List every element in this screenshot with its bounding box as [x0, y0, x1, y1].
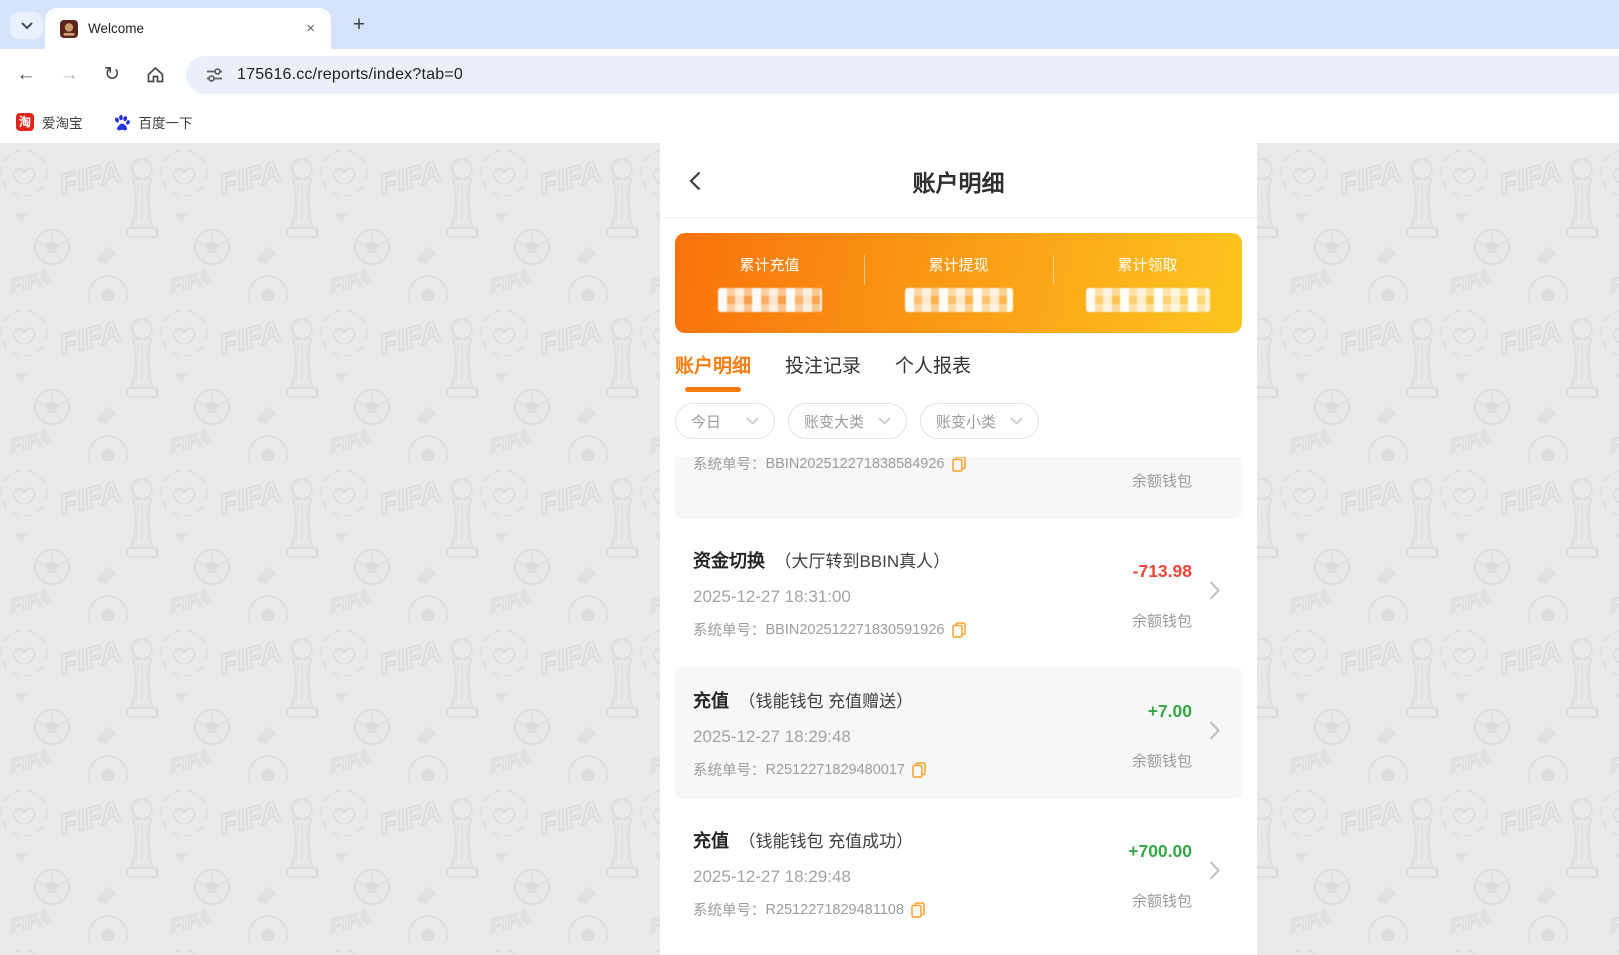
row-datetime: 2025-12-27 18:31:00: [693, 587, 851, 606]
tab-search-button[interactable]: [10, 12, 43, 39]
app-header: 账户明细: [660, 143, 1257, 218]
summary-label: 累计充值: [739, 257, 800, 274]
amount: -713.98: [1132, 561, 1192, 581]
forward-button[interactable]: →: [52, 58, 86, 92]
bookmarks-bar: 淘 爱淘宝 百度一下: [0, 100, 1619, 143]
order-number: BBIN202512271830591926: [765, 621, 945, 638]
bookmark-label: 爱淘宝: [42, 115, 83, 131]
copy-icon: [911, 901, 925, 918]
row-datetime: 2025-12-27 18:29:48: [693, 727, 851, 746]
censored-value: [717, 288, 822, 312]
site-favicon: [60, 19, 78, 38]
browser-toolbar: ← → ↻ 175616.cc/reports/index?tab=0: [0, 49, 1619, 100]
row-note: （钱能钱包 充值成功）: [738, 832, 914, 851]
account-detail-panel: 账户明细 累计充值 累计提现 累计领取 账户明细 投注记录 个人报表 今日 账变…: [660, 143, 1257, 955]
filter-label: 今日: [691, 413, 722, 431]
row-title: 充值: [693, 691, 729, 711]
copy-button[interactable]: [912, 761, 926, 778]
tab-close-icon[interactable]: ×: [302, 18, 319, 39]
chevron-right-icon: [1209, 861, 1220, 886]
transaction-row[interactable]: 充值 （钱能钱包 充值成功） 2025-12-27 18:29:48 系统单号：…: [675, 807, 1242, 939]
wallet-label: 余额钱包: [1131, 473, 1192, 490]
copy-icon: [912, 761, 926, 778]
order-label: 系统单号：: [693, 457, 766, 473]
order-label: 系统单号：: [693, 623, 766, 639]
divider: [863, 255, 865, 285]
transaction-row[interactable]: 充值 （钱能钱包 充值赠送） 2025-12-27 18:29:48 系统单号：…: [675, 667, 1242, 799]
amount: +7.00: [1147, 701, 1192, 721]
transaction-list: 2025-12-27 18:39:00 系统单号： BBIN2025122718…: [660, 451, 1257, 955]
summary-total-claimed: 累计领取: [1053, 233, 1242, 333]
page-title: 账户明细: [912, 169, 1005, 196]
transaction-row[interactable]: 资金切换 （大厅转到BBIN真人） 2025-12-27 18:31:00 系统…: [675, 527, 1242, 659]
back-button[interactable]: ←: [9, 58, 43, 92]
baidu-paw-icon: [114, 114, 130, 130]
home-icon: [147, 66, 163, 83]
chevron-down-icon: [20, 21, 33, 29]
clipped-row-wrapper: 2025-12-27 18:39:00 系统单号： BBIN2025122718…: [675, 457, 1242, 519]
filter-major-category-dropdown[interactable]: 账变大类: [788, 403, 907, 439]
wallet-label: 余额钱包: [1131, 753, 1192, 770]
filters: 今日 账变大类 账变小类: [660, 392, 1257, 451]
filter-label: 账变大类: [804, 413, 865, 431]
filter-minor-category-dropdown[interactable]: 账变小类: [920, 403, 1039, 439]
row-note: （大厅转到BBIN真人）: [774, 552, 951, 571]
order-number: BBIN202512271838584926: [765, 457, 945, 472]
tabs: 账户明细 投注记录 个人报表: [660, 333, 1257, 392]
wallet-label: 余额钱包: [1131, 613, 1192, 630]
divider: [1052, 255, 1054, 285]
browser-tab[interactable]: Welcome ×: [45, 8, 331, 49]
row-datetime: 2025-12-27 18:29:48: [693, 867, 851, 886]
url-text: 175616.cc/reports/index?tab=0: [237, 65, 463, 83]
bookmark-label: 百度一下: [138, 115, 193, 131]
taobao-icon: 淘: [16, 112, 34, 131]
row-title: 充值: [693, 831, 729, 851]
browser-tab-strip: Welcome × +: [0, 0, 1619, 49]
summary-card: 累计充值 累计提现 累计领取: [675, 233, 1242, 333]
order-label: 系统单号：: [693, 763, 766, 779]
summary-label: 累计领取: [1117, 257, 1178, 274]
amount: +700.00: [1128, 841, 1192, 861]
copy-icon: [951, 621, 966, 638]
tab-account-detail[interactable]: 账户明细: [675, 351, 751, 392]
chevron-down-icon: [878, 417, 891, 425]
home-button[interactable]: [138, 58, 172, 92]
summary-total-withdraw: 累计提现: [864, 233, 1053, 333]
summary-label: 累计提现: [928, 257, 989, 274]
order-number: R2512271829480017: [765, 761, 906, 778]
censored-value: [1085, 288, 1210, 312]
chevron-right-icon: [1209, 581, 1220, 606]
copy-icon: [951, 457, 966, 472]
reload-button[interactable]: ↻: [95, 58, 129, 92]
tab-personal-report[interactable]: 个人报表: [895, 351, 971, 392]
bookmark-baidu[interactable]: 百度一下: [113, 112, 193, 132]
order-number: R2512271829481108: [765, 901, 904, 918]
site-info-icon: [207, 67, 222, 82]
chevron-right-icon: [1209, 721, 1220, 746]
summary-total-deposit: 累计充值: [675, 233, 864, 333]
censored-value: [904, 288, 1013, 312]
order-label: 系统单号：: [693, 903, 766, 919]
filter-date-dropdown[interactable]: 今日: [675, 403, 775, 439]
chevron-down-icon: [1010, 417, 1023, 425]
new-tab-button[interactable]: +: [345, 11, 373, 39]
tab-bet-records[interactable]: 投注记录: [785, 351, 861, 392]
copy-button[interactable]: [911, 901, 925, 918]
copy-button[interactable]: [951, 457, 966, 472]
copy-button[interactable]: [951, 621, 966, 638]
chevron-down-icon: [746, 417, 759, 425]
wallet-label: 余额钱包: [1131, 893, 1192, 910]
tab-title: Welcome: [88, 21, 145, 36]
url-bar[interactable]: 175616.cc/reports/index?tab=0: [186, 55, 1619, 94]
row-note: （钱能钱包 充值赠送）: [738, 692, 914, 711]
transaction-row[interactable]: 2025-12-27 18:39:00 系统单号： BBIN2025122718…: [675, 457, 1242, 519]
filter-label: 账变小类: [936, 413, 997, 431]
bookmark-taobao[interactable]: 淘 爱淘宝: [16, 112, 83, 132]
row-title: 资金切换: [693, 551, 765, 571]
page-background: FIFA FIFA: [0, 143, 1619, 955]
